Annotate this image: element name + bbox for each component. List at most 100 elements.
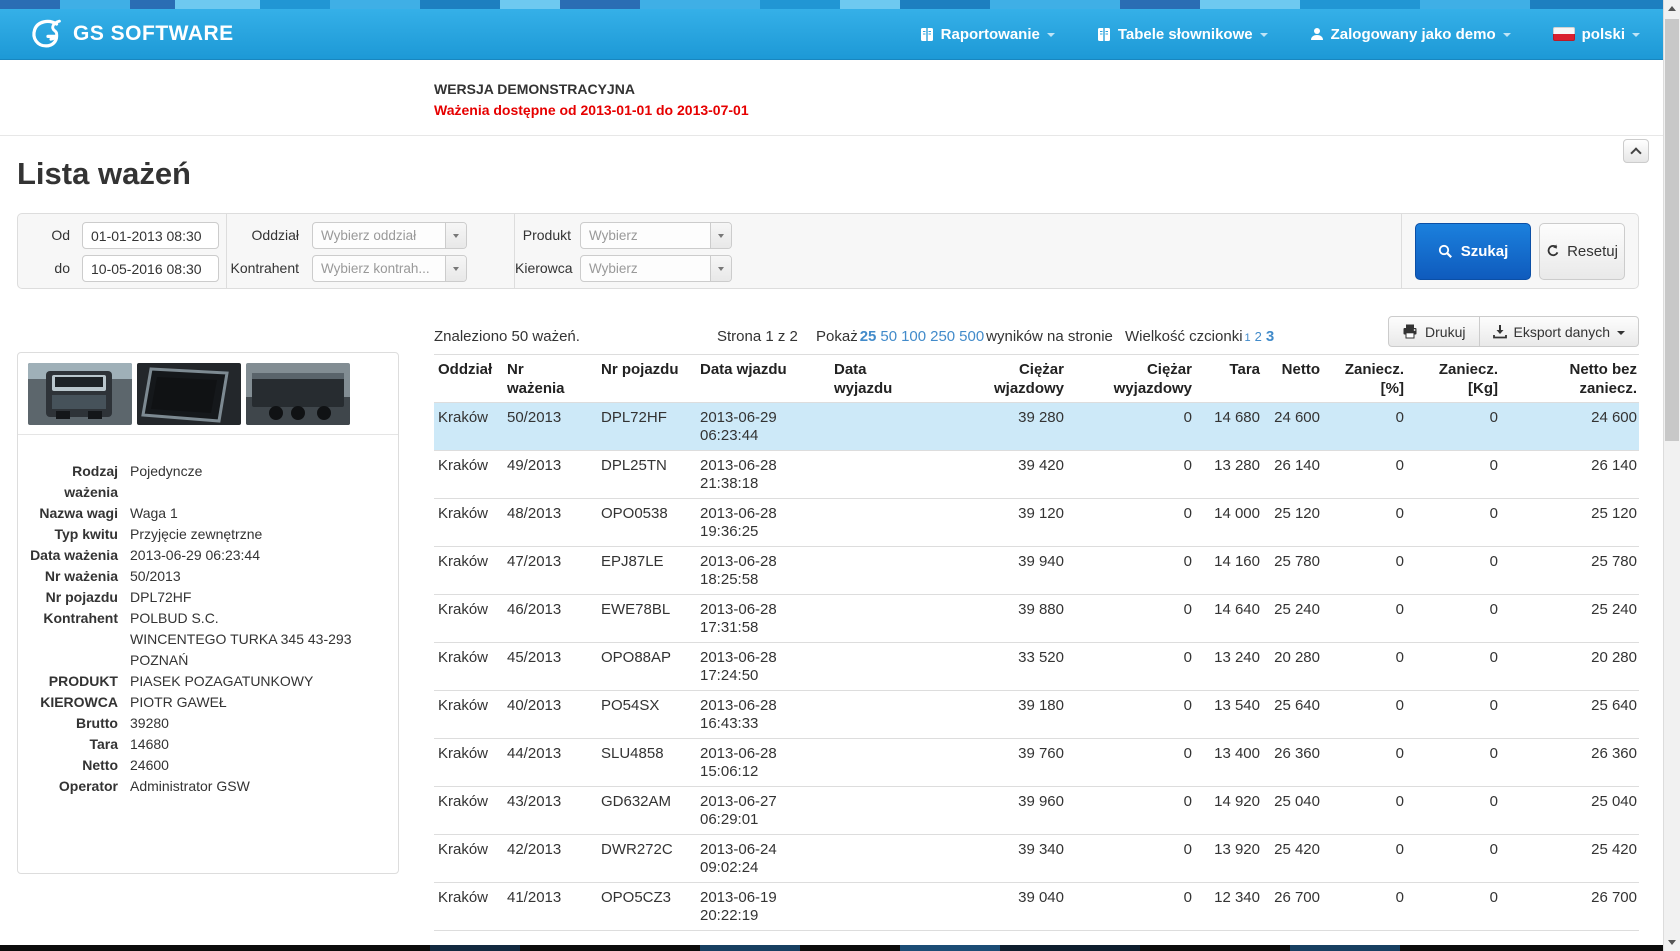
detail-label: Typ kwitu — [30, 524, 130, 545]
decorative-top-strip — [0, 0, 1680, 9]
cell-zaniecz-proc: 0 — [1322, 787, 1406, 835]
scroll-up-arrow[interactable] — [1664, 0, 1680, 17]
weighing-row[interactable]: Kraków40/2013PO54SX2013-06-2816:43:3339 … — [434, 691, 1639, 739]
nav-label: Raportowanie — [941, 26, 1040, 43]
col-header-nr-wazenia[interactable]: Nrważenia — [503, 355, 597, 403]
cell-oddzial: Kraków — [434, 835, 503, 883]
col-header-zaniecz-kg[interactable]: Zaniecz.[Kg] — [1406, 355, 1500, 403]
cell-data-wjazdu: 2013-06-2817:24:50 — [696, 643, 830, 691]
cell-netto: 26 360 — [1262, 739, 1322, 787]
weighing-row[interactable]: Kraków43/2013GD632AM2013-06-2706:29:0139… — [434, 787, 1639, 835]
cell-netto: 26 700 — [1262, 883, 1322, 931]
detail-row: PRODUKTPIASEK POZAGATUNKOWY — [30, 671, 382, 692]
cell-nr-pojazdu: GD632AM — [597, 787, 696, 835]
page-info: Strona 1 z 2 — [717, 328, 798, 345]
cell-ciezar-wjazdowy: 39 180 — [940, 691, 1066, 739]
vertical-scrollbar[interactable] — [1663, 0, 1680, 951]
list-toolbar: Znaleziono 50 ważeń. Strona 1 z 2 Pokaż2… — [434, 315, 1639, 354]
cell-nr-pojazdu: EWE78BL — [597, 595, 696, 643]
weighing-row[interactable]: Kraków44/2013SLU48582013-06-2815:06:1239… — [434, 739, 1639, 787]
print-export-buttons: Drukuj Eksport danych — [1388, 316, 1639, 347]
detail-label: Data ważenia — [30, 545, 130, 566]
cell-zaniecz-kg: 0 — [1406, 835, 1500, 883]
reset-button-label: Resetuj — [1567, 243, 1618, 260]
cell-oddzial: Kraków — [434, 547, 503, 595]
cell-data-wyjazdu — [830, 403, 940, 451]
cell-ciezar-wyjazdowy: 0 — [1066, 403, 1194, 451]
cell-ciezar-wyjazdowy: 0 — [1066, 739, 1194, 787]
nav-item-language[interactable]: polski — [1553, 26, 1640, 43]
weighing-row[interactable]: Kraków47/2013EPJ87LE2013-06-2818:25:5839… — [434, 547, 1639, 595]
weighing-row[interactable]: Kraków42/2013DWR272C2013-06-2409:02:2439… — [434, 835, 1639, 883]
cell-oddzial: Kraków — [434, 883, 503, 931]
product-select[interactable]: Wybierz — [580, 222, 732, 249]
cell-ciezar-wyjazdowy: 0 — [1066, 547, 1194, 595]
col-header-netto-bez-zaniecz[interactable]: Netto bezzaniecz. — [1500, 355, 1639, 403]
font-size-option-3[interactable]: 3 — [1266, 328, 1274, 345]
branch-select[interactable]: Wybierz oddział — [312, 222, 467, 249]
nav-item-raportowanie[interactable]: Raportowanie — [920, 26, 1055, 43]
page-size-option-250[interactable]: 250 — [930, 328, 955, 345]
weighing-photo-trailer-side[interactable] — [246, 363, 350, 425]
col-header-data-wjazdu[interactable]: Data wjazdu — [696, 355, 830, 403]
page-size-option-25[interactable]: 25 — [860, 328, 877, 345]
reset-button[interactable]: Resetuj — [1539, 223, 1625, 280]
weighing-row[interactable]: Kraków46/2013EWE78BL2013-06-2817:31:5839… — [434, 595, 1639, 643]
col-header-tara[interactable]: Tara — [1194, 355, 1262, 403]
weighing-row[interactable]: Kraków48/2013OPO05382013-06-2819:36:2539… — [434, 499, 1639, 547]
weighing-photo-trailer-top[interactable] — [137, 363, 241, 425]
cell-ciezar-wyjazdowy: 0 — [1066, 451, 1194, 499]
detail-value: 14680 — [130, 734, 382, 755]
weighing-row[interactable]: Kraków45/2013OPO88AP2013-06-2817:24:5033… — [434, 643, 1639, 691]
cell-zaniecz-proc: 0 — [1322, 595, 1406, 643]
print-button[interactable]: Drukuj — [1388, 316, 1479, 347]
cell-ciezar-wyjazdowy: 0 — [1066, 883, 1194, 931]
weighing-photos — [18, 353, 398, 434]
cell-netto-bez-zaniecz: 20 280 — [1500, 643, 1639, 691]
page-size-option-500[interactable]: 500 — [959, 328, 984, 345]
collapse-header-button[interactable] — [1623, 139, 1649, 163]
date-to-input[interactable] — [82, 255, 219, 282]
driver-select[interactable]: Wybierz — [580, 255, 732, 282]
weighing-table: OddziałNrważeniaNr pojazduData wjazduDat… — [434, 354, 1639, 931]
nav-item-tabele-slownikowe[interactable]: Tabele słownikowe — [1097, 26, 1268, 43]
cell-netto-bez-zaniecz: 25 120 — [1500, 499, 1639, 547]
weighing-row[interactable]: Kraków49/2013DPL25TN2013-06-2821:38:1839… — [434, 451, 1639, 499]
cell-data-wjazdu: 2013-06-2906:23:44 — [696, 403, 830, 451]
col-header-ciezar-wyjazdowy[interactable]: Ciężarwyjazdowy — [1066, 355, 1194, 403]
search-icon — [1438, 244, 1453, 259]
page-size-option-50[interactable]: 50 — [880, 328, 897, 345]
weighing-row[interactable]: Kraków41/2013OPO5CZ32013-06-1920:22:1939… — [434, 883, 1639, 931]
export-button[interactable]: Eksport danych — [1479, 316, 1640, 347]
date-from-input[interactable] — [82, 222, 219, 249]
scroll-down-arrow[interactable] — [1664, 934, 1680, 951]
contractor-select[interactable]: Wybierz kontrah... — [312, 255, 467, 282]
chevron-down-icon — [445, 223, 466, 248]
col-header-oddzial[interactable]: Oddział — [434, 355, 503, 403]
cell-tara: 14 920 — [1194, 787, 1262, 835]
scrollbar-thumb[interactable] — [1665, 19, 1679, 441]
search-button[interactable]: Szukaj — [1415, 223, 1531, 280]
detail-label: KIEROWCA — [30, 692, 130, 713]
weighing-photo-truck-front[interactable] — [28, 363, 132, 425]
col-header-data-wyjazdu[interactable]: Datawyjazdu — [830, 355, 940, 403]
detail-label: PRODUKT — [30, 671, 130, 692]
col-header-ciezar-wjazdowy[interactable]: Ciężarwjazdowy — [940, 355, 1066, 403]
chevron-down-icon — [1260, 33, 1268, 37]
page-size-option-100[interactable]: 100 — [901, 328, 926, 345]
weighing-row[interactable]: Kraków50/2013DPL72HF2013-06-2906:23:4439… — [434, 403, 1639, 451]
col-header-nr-pojazdu[interactable]: Nr pojazdu — [597, 355, 696, 403]
detail-value: 24600 — [130, 755, 382, 776]
product-label: Produkt — [515, 222, 571, 249]
cell-netto: 24 600 — [1262, 403, 1322, 451]
col-header-netto[interactable]: Netto — [1262, 355, 1322, 403]
font-size-option-2[interactable]: 2 — [1255, 329, 1262, 344]
detail-value: Pojedyncze — [130, 461, 382, 503]
nav-item-logged-in-user[interactable]: Zalogowany jako demo — [1310, 26, 1511, 43]
cell-nr-wazenia: 40/2013 — [503, 691, 597, 739]
brand-logo[interactable]: GS SOFTWARE — [28, 18, 234, 51]
font-size-option-1[interactable]: 1 — [1245, 332, 1251, 344]
col-header-zaniecz-proc[interactable]: Zaniecz.[%] — [1322, 355, 1406, 403]
cell-netto: 20 280 — [1262, 643, 1322, 691]
detail-value: PIASEK POZAGATUNKOWY — [130, 671, 382, 692]
